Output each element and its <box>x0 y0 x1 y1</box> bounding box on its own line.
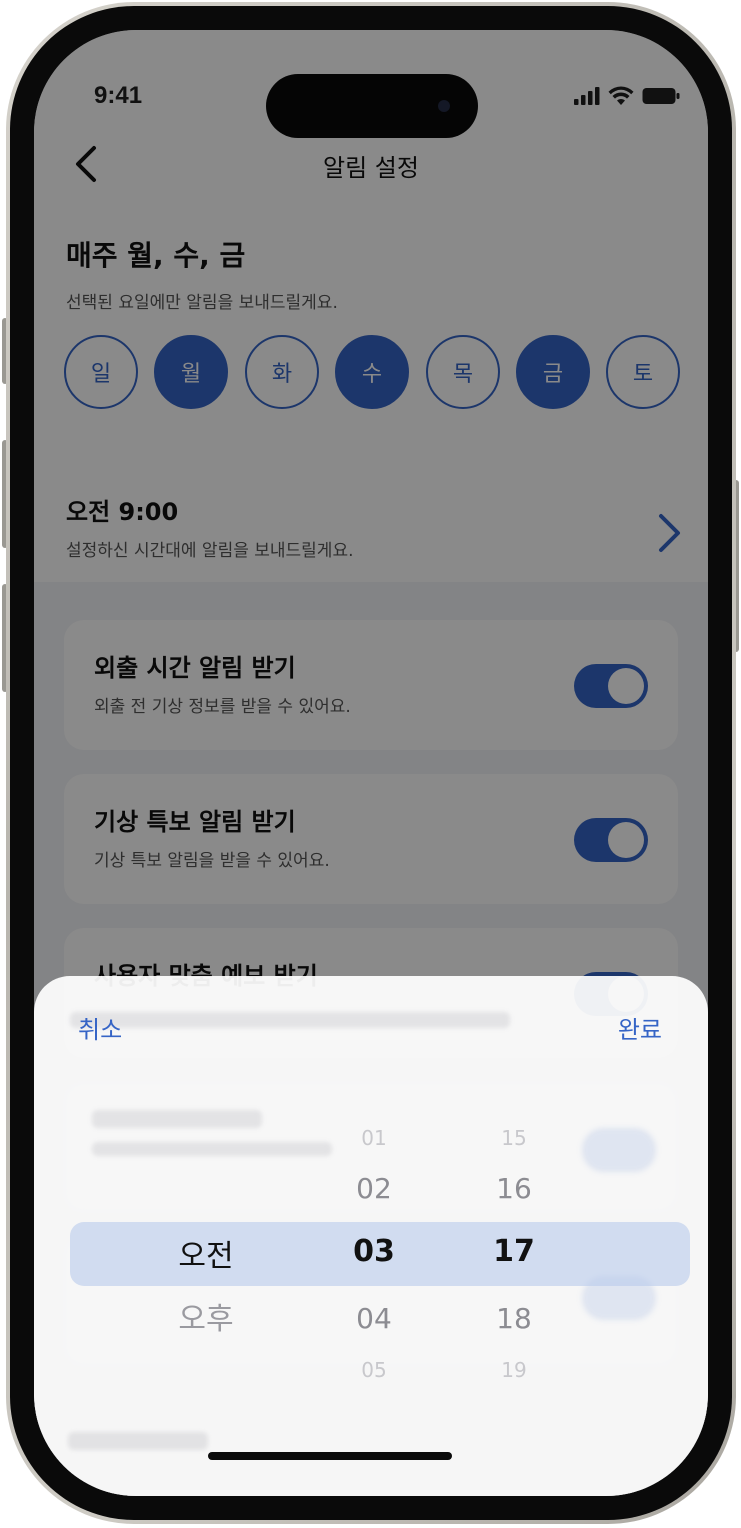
done-button[interactable]: 완료 <box>618 1010 662 1045</box>
picker-hour-option[interactable]: 02 <box>344 1172 404 1205</box>
home-indicator[interactable] <box>208 1452 452 1460</box>
cancel-button[interactable]: 취소 <box>78 1010 122 1045</box>
blurred-text <box>92 1142 332 1156</box>
screen: 9:41 알림 설정 매주 월, 수, 금 선택된 요일에만 알림을 보내드릴게… <box>34 30 708 1496</box>
blurred-text <box>70 1012 510 1028</box>
picker-minute-option[interactable]: 18 <box>484 1302 544 1335</box>
phone-frame: 9:41 알림 설정 매주 월, 수, 금 선택된 요일에만 알림을 보내드릴게… <box>6 2 736 1524</box>
picker-minute-option[interactable]: 15 <box>484 1126 544 1150</box>
picker-ampm-option[interactable]: 오후 <box>174 1294 238 1338</box>
picker-ampm-selected[interactable]: 오전 <box>174 1231 238 1275</box>
picker-hour-option[interactable]: 01 <box>344 1126 404 1150</box>
wifi-icon <box>608 86 634 105</box>
picker-hour-option[interactable]: 04 <box>344 1302 404 1335</box>
status-bar: 9:41 <box>34 30 708 150</box>
picker-hour-option[interactable]: 05 <box>344 1358 404 1382</box>
cellular-signal-icon <box>574 87 600 105</box>
dynamic-island <box>266 74 478 138</box>
time-picker-sheet: 취소 완료 오전 오후 01 02 03 04 05 15 16 17 18 1… <box>34 976 708 1496</box>
picker-hour-selected[interactable]: 03 <box>344 1234 404 1269</box>
picker-minute-option[interactable]: 19 <box>484 1358 544 1382</box>
blurred-toggle <box>582 1128 656 1172</box>
blurred-text <box>92 1110 262 1128</box>
status-time: 9:41 <box>94 82 143 109</box>
blurred-text <box>68 1432 208 1450</box>
picker-minute-selected[interactable]: 17 <box>484 1234 544 1269</box>
battery-icon <box>642 88 680 104</box>
picker-minute-option[interactable]: 16 <box>484 1172 544 1205</box>
camera-dot <box>438 100 450 112</box>
status-icons <box>574 86 680 106</box>
phone-bezel: 9:41 알림 설정 매주 월, 수, 금 선택된 요일에만 알림을 보내드릴게… <box>10 6 732 1520</box>
